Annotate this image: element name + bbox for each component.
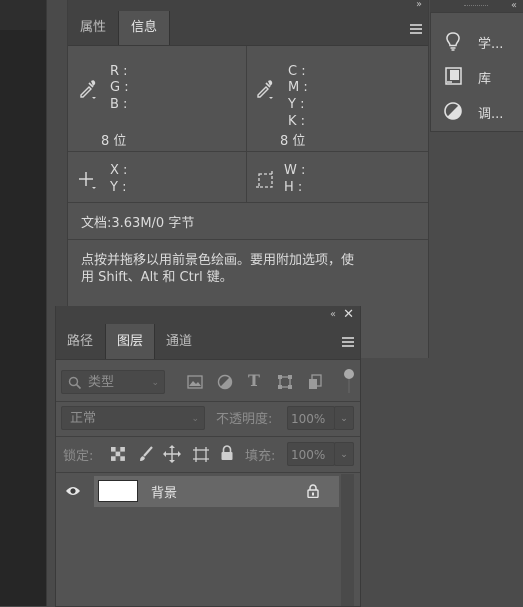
fill-input[interactable]: 100% <box>287 442 335 466</box>
panel-menu-icon[interactable] <box>410 24 422 34</box>
collapse-layers-button[interactable]: ‹‹ <box>330 310 336 320</box>
width-readout-label: W : <box>284 163 306 178</box>
lock-position-icon[interactable] <box>163 445 181 463</box>
collapsed-panel-stack: 学... 库 调... <box>430 12 523 132</box>
divider <box>68 202 428 203</box>
adjustments-panel-button[interactable]: 调... <box>441 99 521 125</box>
layer-name: 背景 <box>151 486 178 501</box>
filter-toggle-track <box>348 379 350 393</box>
divider <box>246 46 247 202</box>
libraries-panel-button[interactable]: 库 <box>441 64 521 90</box>
document-canvas-area <box>0 0 46 606</box>
blue-readout-label: B : <box>110 97 128 112</box>
expand-panels-button[interactable]: ‹‹ <box>511 1 517 11</box>
layers-panel: ‹‹ ✕ 路径 图层 通道 类型 ⌄ T 正常 ⌄ 不透明度: 100% ⌄ 锁… <box>55 306 361 607</box>
magenta-readout-label: M : <box>288 80 308 95</box>
canvas-tab-strip <box>0 0 46 30</box>
adjustments-icon <box>444 102 462 120</box>
info-panel-tabbar: 属性 信息 <box>68 11 428 46</box>
tab-paths[interactable]: 路径 <box>56 324 104 359</box>
divider <box>56 401 360 402</box>
panel-menu-icon[interactable] <box>342 337 354 347</box>
y-coordinate-label: Y : <box>110 180 127 195</box>
close-panel-button[interactable]: ✕ <box>343 307 354 322</box>
shape-layer-filter-icon[interactable] <box>277 374 293 390</box>
chevron-down-icon: ⌄ <box>151 378 159 388</box>
height-readout-label: H : <box>284 180 303 195</box>
layer-list-scrollbar[interactable] <box>341 474 354 606</box>
divider <box>68 151 428 152</box>
tab-layers[interactable]: 图层 <box>105 324 156 359</box>
opacity-input[interactable]: 100% <box>287 406 335 430</box>
adjustments-panel-label: 调... <box>478 107 504 122</box>
red-readout-label: R : <box>110 64 128 79</box>
pixel-layer-filter-icon[interactable] <box>187 375 203 389</box>
drag-grip[interactable] <box>464 5 488 8</box>
document-size-readout: 文档:3.63M/0 字节 <box>81 216 195 231</box>
filter-toggle-switch[interactable] <box>344 369 354 379</box>
libraries-panel-label: 库 <box>478 72 492 87</box>
lightbulb-icon <box>446 32 460 51</box>
lock-all-icon[interactable] <box>220 445 234 461</box>
divider <box>68 239 428 240</box>
crosshair-icon <box>79 172 96 189</box>
right-panel-header: ‹‹ <box>430 0 523 12</box>
blend-mode-value: 正常 <box>70 411 97 426</box>
layer-filter-select[interactable]: 类型 ⌄ <box>61 370 165 394</box>
adjustment-layer-filter-icon[interactable] <box>217 374 233 390</box>
info-panel: ›› 属性 信息 R : G : B : 8 位 C : M : Y : K :… <box>67 0 429 358</box>
cmyk-bit-depth: 8 位 <box>280 134 306 149</box>
cyan-readout-label: C : <box>288 64 306 79</box>
eyedropper-cmyk-icon[interactable] <box>255 78 275 100</box>
tab-info[interactable]: 信息 <box>118 11 171 45</box>
layers-panel-header: ‹‹ ✕ <box>56 306 360 324</box>
search-icon <box>68 376 82 390</box>
layer-filter-placeholder: 类型 <box>88 375 115 390</box>
divider <box>56 436 360 437</box>
learn-panel-label: 学... <box>478 37 504 52</box>
eye-icon[interactable] <box>65 485 81 497</box>
blend-mode-select[interactable]: 正常 ⌄ <box>61 406 205 430</box>
fill-dropdown-button[interactable]: ⌄ <box>334 442 354 466</box>
lock-artboard-icon[interactable] <box>192 446 210 462</box>
lock-transparent-pixels-icon[interactable] <box>111 447 125 461</box>
layer-row-background[interactable]: 背景 <box>94 476 339 507</box>
yellow-readout-label: Y : <box>288 97 305 112</box>
layer-lock-icon[interactable] <box>307 484 319 498</box>
tool-hint-line-2: 用 Shift、Alt 和 Ctrl 键。 <box>81 270 233 285</box>
marquee-size-icon <box>256 171 273 188</box>
collapse-panels-button[interactable]: ›› <box>416 0 422 10</box>
divider <box>56 472 360 473</box>
lock-image-pixels-icon[interactable] <box>138 446 154 462</box>
fill-label: 填充: <box>245 449 276 464</box>
type-layer-filter-icon[interactable]: T <box>248 371 260 390</box>
learn-panel-button[interactable]: 学... <box>441 29 521 55</box>
lock-label: 锁定: <box>63 449 94 464</box>
eyedropper-icon[interactable] <box>78 78 98 100</box>
green-readout-label: G : <box>110 80 129 95</box>
opacity-dropdown-button[interactable]: ⌄ <box>334 406 354 430</box>
library-icon <box>445 67 462 85</box>
layers-panel-tabbar: 路径 图层 通道 <box>56 324 360 360</box>
rgb-bit-depth: 8 位 <box>101 134 127 149</box>
x-coordinate-label: X : <box>110 163 128 178</box>
tab-channels[interactable]: 通道 <box>155 324 203 359</box>
opacity-label: 不透明度: <box>216 412 273 427</box>
info-panel-header: ›› <box>68 0 428 11</box>
tab-properties[interactable]: 属性 <box>68 11 118 45</box>
smart-object-filter-icon[interactable] <box>307 374 323 390</box>
layer-thumbnail <box>98 480 138 502</box>
chevron-down-icon: ⌄ <box>191 414 199 424</box>
black-readout-label: K : <box>288 114 306 129</box>
